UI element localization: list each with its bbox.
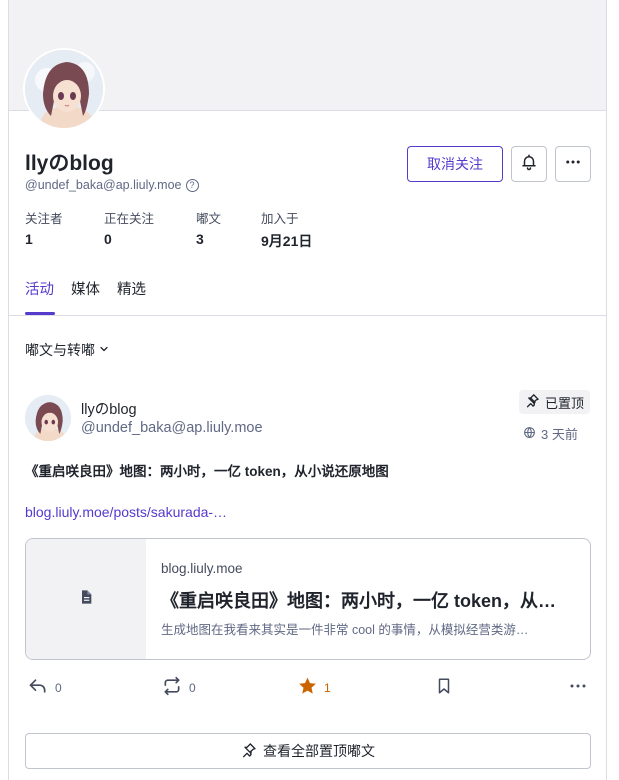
stat-label: 嘟文 <box>196 212 222 226</box>
pin-icon <box>241 742 257 761</box>
ellipsis-icon <box>564 153 582 176</box>
card-thumbnail <box>26 539 146 659</box>
more-options-button[interactable] <box>555 146 591 182</box>
post-timestamp[interactable]: 3 天前 <box>523 424 578 443</box>
view-all-pinned-button[interactable]: 查看全部置顶嘟文 <box>25 733 591 769</box>
favorite-count: 1 <box>324 680 331 695</box>
reply-count: 0 <box>55 680 62 695</box>
ellipsis-icon <box>569 676 587 699</box>
boost-button[interactable]: 0 <box>161 676 196 699</box>
star-icon <box>297 676 318 699</box>
stat-value: 0 <box>104 231 112 247</box>
post-filter-label: 嘟文与转嘟 <box>25 342 95 358</box>
profile-avatar[interactable] <box>23 48 105 130</box>
bookmark-button[interactable] <box>435 676 453 699</box>
favorite-button[interactable]: 1 <box>297 676 331 699</box>
tab-media[interactable]: 媒体 <box>71 278 100 299</box>
card-site: blog.liuly.moe <box>161 561 243 576</box>
stat-value: 1 <box>25 231 33 247</box>
stat-following[interactable]: 正在关注 0 <box>104 208 154 247</box>
boost-count: 0 <box>189 680 196 695</box>
reply-icon <box>27 676 49 699</box>
boost-icon <box>161 676 183 699</box>
profile-handle: @undef_baka@ap.liuly.moe ? <box>25 178 199 192</box>
bell-icon <box>520 153 538 176</box>
notify-button[interactable] <box>511 146 547 182</box>
post-content: 《重启咲良田》地图：两小时，一亿 token，从小说还原地图 <box>25 464 389 479</box>
link-preview-card[interactable]: blog.liuly.moe 《重启咲良田》地图：两小时，一亿 token，从…… <box>25 538 591 660</box>
card-title: 《重启咲良田》地图：两小时，一亿 token，从… <box>161 591 557 611</box>
stat-label: 正在关注 <box>104 212 155 226</box>
pinned-badge: 已置顶 <box>519 390 591 414</box>
stat-posts: 嘟文 3 <box>196 208 221 247</box>
post-more-button[interactable] <box>569 676 587 699</box>
profile-handle-text: @undef_baka@ap.liuly.moe <box>25 178 182 192</box>
stat-label: 加入于 <box>261 212 299 226</box>
unfollow-button[interactable]: 取消关注 <box>407 146 503 182</box>
stat-value: 3 <box>196 231 204 247</box>
stat-followers[interactable]: 关注者 1 <box>25 208 63 247</box>
globe-icon <box>523 426 536 442</box>
stat-label: 关注者 <box>25 212 63 226</box>
post-author-handle[interactable]: @undef_baka@ap.liuly.moe <box>81 420 263 436</box>
profile-tabs: 活动 媒体 精选 <box>9 272 606 316</box>
post-author-name[interactable]: llyのblog <box>81 398 137 419</box>
post-filter-dropdown[interactable]: 嘟文与转嘟 <box>25 340 110 360</box>
view-all-pinned-label: 查看全部置顶嘟文 <box>263 743 375 759</box>
profile-column: llyのblog @undef_baka@ap.liuly.moe ? 取消关注… <box>8 0 607 780</box>
post-link[interactable]: blog.liuly.moe/posts/sakurada-… <box>25 504 227 520</box>
active-tab-indicator <box>25 312 55 315</box>
tab-featured[interactable]: 精选 <box>117 278 146 299</box>
reply-button[interactable]: 0 <box>27 676 62 699</box>
post-actions: 0 0 1 <box>9 676 606 700</box>
time-ago-text: 3 天前 <box>541 427 578 442</box>
profile-display-name: llyのblog <box>25 152 114 175</box>
tab-activity[interactable]: 活动 <box>25 278 54 299</box>
post-author-avatar[interactable] <box>25 395 71 441</box>
card-description: 生成地图在我看来其实是一件非常 cool 的事情，从模拟经营类游… <box>161 623 529 637</box>
bookmark-icon <box>435 676 453 699</box>
chevron-down-icon <box>98 342 110 358</box>
help-icon[interactable]: ? <box>185 178 199 192</box>
document-icon <box>78 588 94 611</box>
pin-icon <box>525 393 540 411</box>
stat-joined: 加入于 9月21日 <box>261 208 312 251</box>
stat-value: 9月21日 <box>261 233 313 249</box>
pinned-label: 已置顶 <box>545 395 585 411</box>
